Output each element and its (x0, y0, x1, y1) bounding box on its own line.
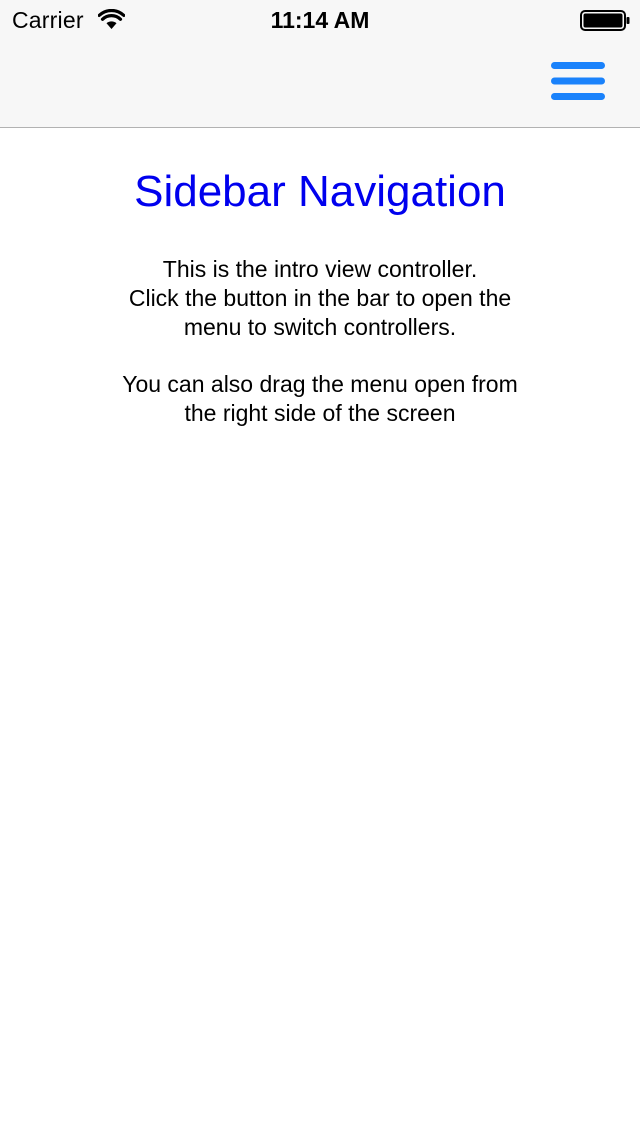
page-title: Sidebar Navigation (134, 167, 506, 216)
status-bar: Carrier 11:14 AM (0, 0, 640, 40)
drag-instructions-text: You can also drag the menu open from the… (122, 371, 518, 426)
menu-button[interactable] (545, 52, 611, 110)
battery-icon (580, 10, 630, 31)
navigation-bar: Carrier 11:14 AM (0, 0, 640, 128)
intro-text: This is the intro view controller. Click… (128, 256, 512, 340)
hamburger-menu-icon (551, 62, 605, 100)
status-time: 11:14 AM (270, 7, 370, 33)
